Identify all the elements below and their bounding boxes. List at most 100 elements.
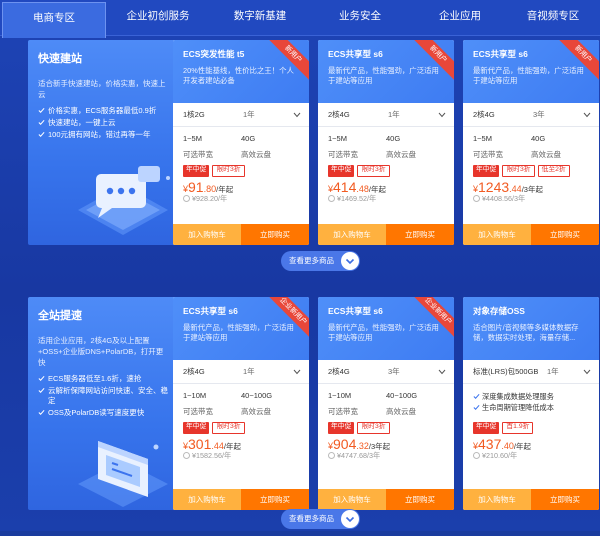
view-more-label: 查看更多商品: [289, 514, 334, 523]
tab-ecommerce[interactable]: 电商专区: [2, 2, 106, 38]
card-description: 最新代产品，性能强劲，广泛适用于建站等应用: [328, 323, 439, 342]
spec-selector[interactable]: 2核4G 3年: [463, 103, 599, 127]
page: 电商专区 企业初创服务 数字新基建 业务安全 企业应用 音视频专区 快速建站 适…: [0, 0, 600, 531]
original-price-text: ¥928.20/年: [192, 194, 228, 203]
tab-startup-services[interactable]: 企业初创服务: [106, 0, 210, 36]
spec-details: 1~5M 40G 可选带宽 高效云盘: [463, 127, 599, 165]
buy-now-button[interactable]: 立即购买: [531, 489, 599, 510]
spec-details: 1~5M 40G 可选带宽 高效云盘: [173, 127, 309, 165]
view-more-button[interactable]: 查看更多商品: [281, 509, 360, 529]
spec-selector[interactable]: 1核2G 1年: [173, 103, 309, 127]
info-icon: [473, 452, 480, 459]
feature-text: 深度集成数据处理服务: [482, 392, 554, 401]
promo-badge: 年中促: [473, 165, 500, 177]
promo-feature-text: 100元拥有网站，错过再等一年: [48, 130, 151, 139]
add-to-cart-button[interactable]: 加入购物车: [173, 224, 241, 245]
card-description: 最新代产品，性能强劲，广泛适用于建站等应用: [183, 323, 294, 342]
product-card-ecs-t5: ECS突发性能 t5 20%性能基线，性价比之王！个人开发者建站必备 新用户 1…: [173, 40, 309, 245]
promo-description: 适合新手快速建站，价格实惠，快速上云: [38, 79, 166, 99]
card-header: ECS突发性能 t5 20%性能基线，性价比之王！个人开发者建站必备 新用户: [173, 40, 309, 103]
tab-business-security[interactable]: 业务安全: [310, 0, 410, 36]
badges: 年中促 限时3折: [173, 165, 309, 177]
original-price: ¥1582.56/年: [173, 449, 309, 463]
bandwidth-label: 可选带宽: [328, 150, 358, 159]
discount-badge: 低至2折: [537, 165, 570, 177]
price-integer: 904: [333, 436, 357, 452]
price-unit: /年起: [216, 185, 234, 194]
add-to-cart-button[interactable]: 加入购物车: [318, 489, 386, 510]
card-actions: 加入购物车 立即购买: [173, 224, 309, 245]
badges: 年中促 首1.9折: [463, 422, 599, 434]
info-icon: [473, 195, 480, 202]
info-icon: [183, 195, 190, 202]
add-to-cart-button[interactable]: 加入购物车: [173, 489, 241, 510]
promo-feature: 云解析保障网站访问快速、安全、稳定: [38, 386, 168, 406]
view-more-button[interactable]: 查看更多商品: [281, 251, 360, 271]
price-unit: /年起: [368, 185, 386, 194]
discount-badge: 限时3折: [357, 422, 390, 434]
disk-label: 高效云盘: [241, 150, 271, 159]
price: ¥91.80/年起: [173, 177, 309, 195]
spec-selector[interactable]: 2核4G 1年: [318, 103, 454, 127]
badges: 年中促 限时3折: [318, 165, 454, 177]
card-header: 对象存储OSS 适合图片/音视频等多媒体数据存储，数据实时处理，海量存储...: [463, 297, 599, 360]
check-icon: [473, 393, 480, 400]
discount-badge: 限时3折: [357, 165, 390, 177]
storage-spec: 标准(LRS)包500GB: [473, 367, 539, 376]
bandwidth-label: 可选带宽: [183, 407, 213, 416]
add-to-cart-button[interactable]: 加入购物车: [463, 489, 531, 510]
card-description: 适合图片/音视频等多媒体数据存储，数据实时处理，海量存储...: [473, 323, 579, 342]
product-card-ecs-s6-enterprise-3y: ECS共享型 s6 最新代产品，性能强劲，广泛适用于建站等应用 企业新用户 2核…: [318, 297, 454, 510]
original-price: ¥210.60/年: [463, 449, 599, 463]
buy-now-button[interactable]: 立即购买: [241, 224, 309, 245]
duration: 1年: [243, 110, 255, 119]
price-unit: /年起: [223, 442, 241, 451]
promo-badge: 年中促: [183, 165, 210, 177]
bandwidth: 1~10M: [183, 391, 207, 400]
check-icon: [38, 375, 45, 382]
spec-details: 1~10M 40~100G 可选带宽 高效云盘: [173, 384, 309, 422]
disk-size: 40~100G: [241, 391, 273, 400]
discount-badge: 限时3折: [502, 165, 535, 177]
promo-feature-text: OSS及PolarDB读写速度更快: [48, 408, 145, 417]
spec-details: 1~10M 40~100G 可选带宽 高效云盘: [318, 384, 454, 422]
chevron-down-circle-icon: [341, 252, 359, 270]
bandwidth-label: 可选带宽: [473, 150, 503, 159]
promo-badge: 年中促: [473, 422, 500, 434]
spec-selector[interactable]: 2核4G 1年: [173, 360, 309, 384]
add-to-cart-button[interactable]: 加入购物车: [463, 224, 531, 245]
price-unit: /年起: [513, 442, 531, 451]
original-price-text: ¥4408.56/3年: [482, 194, 526, 203]
original-price: ¥1469.52/年: [318, 192, 454, 206]
buy-now-button[interactable]: 立即购买: [241, 489, 309, 510]
browser-window-illustration: [78, 441, 168, 507]
card-header: ECS共享型 s6 最新代产品，性能强劲，广泛适用于建站等应用 新用户: [463, 40, 599, 103]
promo-feature: 快速建站，一键上云: [38, 118, 168, 128]
badges: 年中促 限时3折 低至2折: [463, 165, 599, 177]
tab-enterprise-apps[interactable]: 企业应用: [410, 0, 510, 36]
original-price: ¥4408.56/3年: [463, 192, 599, 206]
bandwidth: 1~10M: [328, 391, 352, 400]
tab-digital-infrastructure[interactable]: 数字新基建: [210, 0, 310, 36]
product-row-site-acceleration: 全站提速 适用企业应用，2核4G及以上配置+OSS+企业版DNS+PolarDB…: [15, 297, 600, 510]
buy-now-button[interactable]: 立即购买: [386, 224, 454, 245]
spec-selector[interactable]: 2核4G 3年: [318, 360, 454, 384]
price-decimal: .44: [211, 441, 224, 451]
view-more-label: 查看更多商品: [289, 256, 334, 265]
check-icon: [38, 387, 45, 394]
buy-now-button[interactable]: 立即购买: [531, 224, 599, 245]
price-decimal: .80: [203, 184, 217, 194]
price-integer: 301: [188, 436, 212, 452]
promo-title: 全站提速: [38, 310, 82, 322]
buy-now-button[interactable]: 立即购买: [386, 489, 454, 510]
spec-selector[interactable]: 标准(LRS)包500GB 1年: [463, 360, 599, 384]
promo-badge: 年中促: [328, 422, 355, 434]
add-to-cart-button[interactable]: 加入购物车: [318, 224, 386, 245]
disk-size: 40G: [241, 134, 256, 143]
promo-description: 适用企业应用，2核4G及以上配置+OSS+企业版DNS+PolarDB，打开更快: [38, 336, 164, 367]
chevron-down-icon: [583, 112, 591, 117]
chevron-down-icon: [293, 112, 301, 117]
price-integer: 437: [478, 436, 502, 452]
card-header: ECS共享型 s6 最新代产品，性能强劲，广泛适用于建站等应用 新用户: [318, 40, 454, 103]
tab-audio-video[interactable]: 音视频专区: [510, 0, 596, 36]
